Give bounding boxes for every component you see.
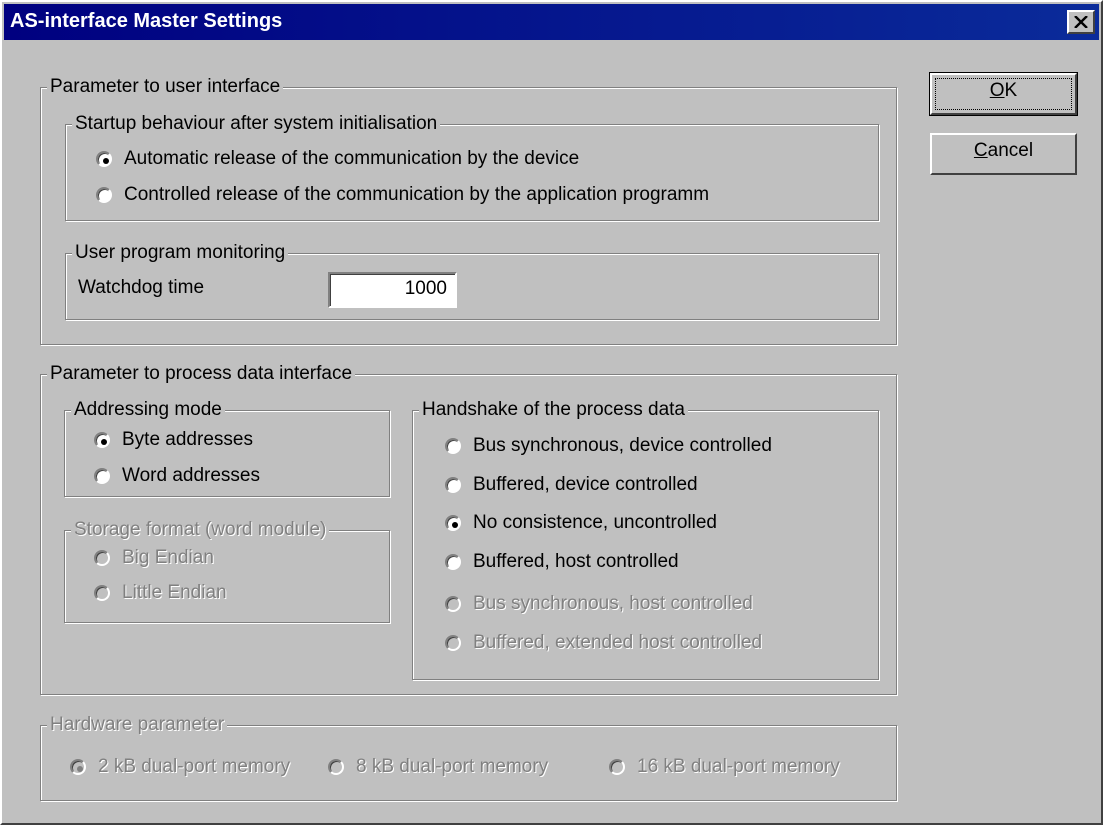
radio-bus-sync-host-label: Bus synchronous, host controlled [473, 593, 753, 614]
group-user-interface-legend: Parameter to user interface [47, 76, 284, 98]
radio-2kb-memory-label: 2 kB dual-port memory [98, 756, 291, 777]
group-handshake-legend: Handshake of the process data [419, 399, 689, 421]
radio-circle [445, 554, 461, 570]
radio-dot [77, 766, 83, 772]
radio-circle [609, 759, 625, 775]
radio-circle [445, 515, 461, 531]
title-bar: AS-interface Master Settings [4, 4, 1099, 40]
radio-buffered-host-label: Buffered, host controlled [473, 551, 679, 572]
radio-circle [328, 759, 344, 775]
group-startup-behaviour: Startup behaviour after system initialis… [65, 113, 879, 221]
radio-big-endian-label: Big Endian [122, 547, 214, 568]
ok-button[interactable]: OK [929, 72, 1078, 116]
watchdog-time-label: Watchdog time [78, 277, 205, 298]
radio-circle [70, 759, 86, 775]
group-process-data-legend: Parameter to process data interface [47, 363, 356, 385]
cancel-label-rest: ancel [987, 140, 1034, 161]
radio-buffered-extended-host-label: Buffered, extended host controlled [473, 632, 763, 653]
radio-circle [96, 187, 112, 203]
radio-circle [445, 596, 461, 612]
group-storage-legend: Storage format (word module) [71, 519, 330, 541]
group-monitoring-legend: User program monitoring [72, 242, 289, 264]
close-button[interactable] [1067, 10, 1095, 34]
radio-circle [445, 438, 461, 454]
radio-circle [94, 432, 110, 448]
window-title: AS-interface Master Settings [10, 10, 283, 32]
radio-circle [445, 635, 461, 651]
radio-word-addresses-label: Word addresses [122, 465, 260, 486]
group-addressing-legend: Addressing mode [71, 399, 225, 421]
group-startup-legend: Startup behaviour after system initialis… [72, 113, 441, 135]
watchdog-time-input[interactable]: 1000 [328, 272, 457, 308]
dialog-window: AS-interface Master Settings OK Cancel P… [0, 0, 1103, 825]
radio-circle [94, 468, 110, 484]
radio-no-consistence-label: No consistence, uncontrolled [473, 512, 717, 533]
radio-automatic-release-label: Automatic release of the communication b… [124, 148, 580, 169]
cancel-button[interactable]: Cancel [930, 133, 1077, 175]
radio-little-endian-label: Little Endian [122, 582, 227, 603]
focus-rectangle [935, 78, 1072, 110]
radio-dot [101, 439, 107, 445]
radio-8kb-memory-label: 8 kB dual-port memory [356, 756, 549, 777]
group-storage-format: Storage format (word module) [64, 519, 390, 623]
radio-circle [445, 477, 461, 493]
radio-circle [94, 550, 110, 566]
radio-byte-addresses-label: Byte addresses [122, 429, 253, 450]
cancel-mnemonic: C [973, 140, 988, 161]
radio-controlled-release-label: Controlled release of the communication … [124, 184, 710, 205]
group-hardware-legend: Hardware parameter [47, 714, 228, 736]
close-icon [1074, 16, 1088, 28]
radio-16kb-memory-label: 16 kB dual-port memory [637, 756, 840, 777]
radio-bus-sync-device-label: Bus synchronous, device controlled [473, 435, 772, 456]
radio-circle [96, 151, 112, 167]
radio-buffered-device-label: Buffered, device controlled [473, 474, 698, 495]
radio-dot [103, 158, 109, 164]
radio-circle [94, 585, 110, 601]
radio-dot [452, 522, 458, 528]
